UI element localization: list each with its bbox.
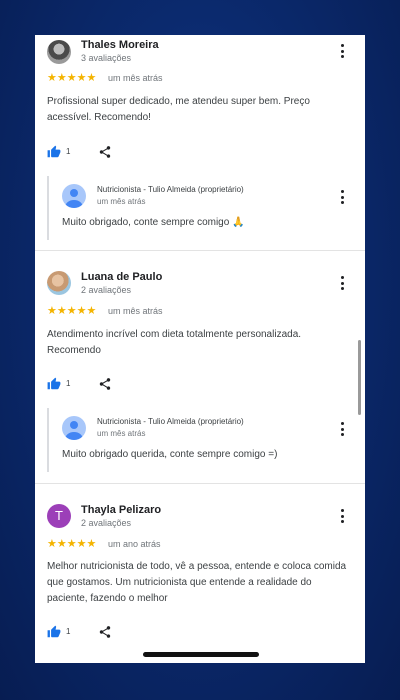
person-icon bbox=[62, 184, 86, 208]
more-vert-icon[interactable] bbox=[338, 276, 346, 290]
reviewer-name[interactable]: Thales Moreira bbox=[81, 39, 159, 51]
review-time: um mês atrás bbox=[108, 306, 163, 316]
review-card: Luana de Paulo 2 avaliações ★★★★★ um mês… bbox=[35, 251, 365, 484]
like-count: 1 bbox=[66, 627, 71, 636]
reply-text: Muito obrigado, conte sempre comigo 🙏 bbox=[62, 217, 245, 228]
reviewer-avatar[interactable] bbox=[47, 271, 71, 295]
review-card: T Thayla Pelizaro 2 avaliações ★★★★★ um … bbox=[35, 484, 365, 663]
review-time: um ano atrás bbox=[108, 539, 161, 549]
reply-time: um mês atrás bbox=[97, 197, 146, 206]
scrollbar[interactable] bbox=[358, 340, 361, 415]
more-vert-icon[interactable] bbox=[338, 44, 346, 58]
reply-author: Nutricionista - Tulio Almeida (proprietá… bbox=[97, 417, 244, 426]
person-icon bbox=[62, 416, 86, 440]
reviewer-review-count: 2 avaliações bbox=[81, 285, 132, 295]
home-indicator[interactable] bbox=[143, 652, 259, 657]
reviews-screen: Thales Moreira 3 avaliações ★★★★★ um mês… bbox=[35, 35, 365, 663]
review-card: Thales Moreira 3 avaliações ★★★★★ um mês… bbox=[35, 35, 365, 251]
review-text: Profissional super dedicado, me atendeu … bbox=[47, 96, 310, 123]
thumbs-up-icon[interactable] bbox=[47, 625, 61, 639]
owner-reply: Nutricionista - Tulio Almeida (proprietá… bbox=[47, 408, 353, 472]
reply-author: Nutricionista - Tulio Almeida (proprietá… bbox=[97, 185, 244, 194]
share-icon[interactable] bbox=[98, 145, 112, 159]
star-rating: ★★★★★ bbox=[47, 305, 97, 317]
reviewer-avatar[interactable] bbox=[47, 40, 71, 64]
owner-reply: Nutricionista - Tulio Almeida (proprietá… bbox=[47, 176, 353, 240]
more-vert-icon[interactable] bbox=[338, 190, 346, 204]
more-vert-icon[interactable] bbox=[338, 422, 346, 436]
share-icon[interactable] bbox=[98, 625, 112, 639]
reply-time: um mês atrás bbox=[97, 429, 146, 438]
more-vert-icon[interactable] bbox=[338, 509, 346, 523]
like-count: 1 bbox=[66, 147, 71, 156]
reviewer-name[interactable]: Thayla Pelizaro bbox=[81, 504, 161, 516]
star-rating: ★★★★★ bbox=[47, 538, 97, 550]
thumbs-up-icon[interactable] bbox=[47, 377, 61, 391]
reply-text: Muito obrigado querida, conte sempre com… bbox=[62, 449, 278, 460]
reviewer-name[interactable]: Luana de Paulo bbox=[81, 271, 162, 283]
review-time: um mês atrás bbox=[108, 73, 163, 83]
reviewer-review-count: 2 avaliações bbox=[81, 518, 132, 528]
reviewer-review-count: 3 avaliações bbox=[81, 53, 132, 63]
reviewer-avatar[interactable]: T bbox=[47, 504, 71, 528]
share-icon[interactable] bbox=[98, 377, 112, 391]
review-text: Atendimento incrível com dieta totalment… bbox=[47, 329, 302, 356]
thumbs-up-icon[interactable] bbox=[47, 145, 61, 159]
like-count: 1 bbox=[66, 379, 71, 388]
star-rating: ★★★★★ bbox=[47, 72, 97, 84]
review-text: Melhor nutricionista de todo, vê a pesso… bbox=[47, 561, 347, 604]
